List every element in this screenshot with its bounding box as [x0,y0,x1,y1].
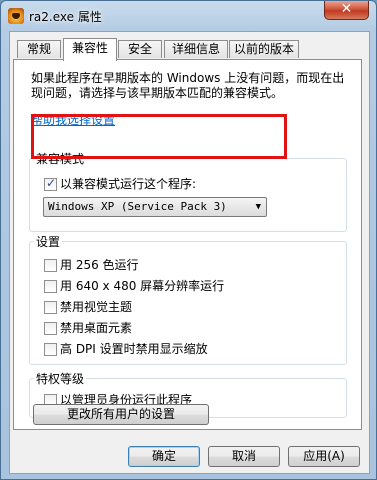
change-all-users-button[interactable]: 更改所有用户的设置 [33,404,209,425]
dropdown-arrow-icon: ▼ [255,202,261,212]
description-text: 如果此程序在早期版本的 Windows 上没有问题，而现在出现问题，请选择与该早… [31,71,345,100]
compat-mode-checkbox[interactable] [44,176,57,191]
setting-high-dpi-checkbox[interactable] [44,343,57,356]
setting-256-colors-checkbox[interactable] [44,259,57,272]
os-version-selected: Windows XP (Service Pack 3) [48,200,227,213]
cancel-button[interactable]: 取消 [208,446,280,467]
app-icon [8,8,24,24]
tab-general[interactable]: 常规 [17,40,61,58]
setting-disable-desktop-checkbox[interactable] [44,322,57,335]
ok-button[interactable]: 确定 [128,446,200,467]
setting-640x480-checkbox[interactable] [44,280,57,293]
dialog-client: 常规 兼容性 安全 详细信息 以前的版本 如果此程序在早期版本的 Windows… [9,31,370,474]
apply-button[interactable]: 应用(A) [288,446,360,467]
tab-strip: 常规 兼容性 安全 详细信息 以前的版本 [13,38,365,61]
setting-disable-desktop-label: 禁用桌面元素 [60,321,133,335]
setting-disable-themes-label: 禁用视觉主题 [60,300,133,314]
setting-640x480-label: 用 640 x 480 屏幕分辨率运行 [60,279,225,293]
os-version-select[interactable]: Windows XP (Service Pack 3) ▼ [43,197,267,217]
help-choose-settings-link[interactable]: 帮助我选择设置 [31,111,115,128]
tab-details[interactable]: 详细信息 [164,40,228,58]
compat-mode-title: 兼容模式 [34,150,87,167]
properties-window: ra2.exe 属性 ✕ 常规 兼容性 安全 详细信息 以前的版本 如果此程序在… [0,0,377,480]
setting-high-dpi-label: 高 DPI 设置时禁用显示缩放 [60,342,208,356]
privilege-title: 特权等级 [34,370,87,387]
tab-previous-versions[interactable]: 以前的版本 [229,40,299,58]
tab-security[interactable]: 安全 [118,40,162,58]
setting-disable-themes-checkbox[interactable] [44,301,57,314]
window-title: ra2.exe 属性 [29,10,102,24]
settings-title: 设置 [34,233,63,250]
close-button[interactable]: ✕ [324,1,369,20]
tab-compatibility[interactable]: 兼容性 [63,38,117,61]
title-bar[interactable]: ra2.exe 属性 ✕ [1,1,376,31]
compatibility-panel: 如果此程序在早期版本的 Windows 上没有问题，而现在出现问题，请选择与该早… [13,59,362,430]
compat-mode-group: 兼容模式 以兼容模式运行这个程序: Windows XP (Service Pa… [29,150,347,232]
compat-mode-checkbox-label: 以兼容模式运行这个程序: [60,177,197,191]
setting-256-colors-label: 用 256 色运行 [60,258,139,272]
settings-group: 设置 用 256 色运行 用 640 x 480 屏幕分辨率运行 禁用视觉主题 … [29,233,347,365]
